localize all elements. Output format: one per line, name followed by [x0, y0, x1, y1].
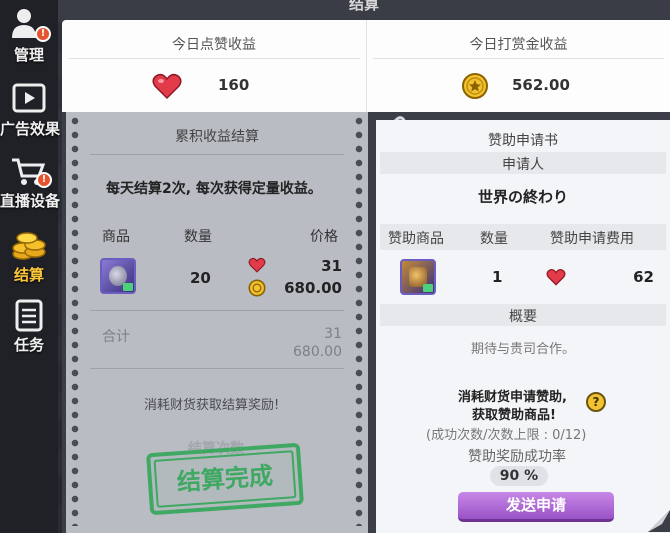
coin-icon [462, 73, 488, 99]
total-likes: 31 [324, 326, 342, 342]
column-header-application-fee: 赞助申请费用 [550, 231, 634, 247]
alert-badge: ! [35, 26, 51, 42]
sponsored-item-quantity: 1 [492, 268, 503, 286]
page-title: 结算 [348, 0, 379, 13]
success-rate-value: 90 % [490, 466, 548, 486]
column-header-price: 价格 [310, 229, 338, 245]
heart-icon [248, 257, 266, 273]
perforation [354, 116, 364, 526]
column-header-item: 商品 [102, 229, 130, 245]
coins-icon [9, 230, 49, 262]
perforation [70, 116, 80, 526]
attempts-counter: (成功次数/次数上限 : 0/12) [426, 428, 587, 443]
settlement-panel: 累积收益结算 每天结算2次, 每次获得定量收益。 商品 数量 价格 20 31 … [66, 112, 368, 533]
column-header-quantity: 数量 [480, 231, 508, 247]
nav-item-tasks[interactable]: 任务 [0, 298, 58, 355]
page-curl [648, 510, 670, 532]
item-icon[interactable] [100, 258, 136, 294]
nav-label: 管理 [13, 46, 44, 64]
divider [90, 154, 344, 155]
applicant-label: 申请人 [502, 157, 544, 173]
settlement-description: 每天结算2次, 每次获得定量收益。 [106, 181, 322, 197]
likes-earnings-value: 160 [218, 76, 250, 94]
item-price-coins: 680.00 [284, 279, 342, 297]
nav-item-ad-effect[interactable]: 广告效果 [0, 82, 61, 139]
applicant-name: 世界の終わり [477, 188, 568, 206]
nav-label: 任务 [13, 336, 44, 354]
sponsor-notice-line1: 消耗财货申请赞助, [458, 390, 567, 405]
success-rate-label: 赞助奖励成功率 [468, 449, 566, 465]
overview-text: 期待与贵司合作。 [470, 342, 575, 357]
title-bar: 结算 [58, 0, 670, 22]
sponsor-notice-line2: 获取赞助商品! [472, 408, 556, 423]
help-icon[interactable]: ? [586, 392, 606, 412]
settlement-panels: 累积收益结算 每天结算2次, 每次获得定量收益。 商品 数量 价格 20 31 … [62, 112, 670, 533]
panel-title: 累积收益结算 [175, 129, 259, 145]
send-application-button[interactable]: 发送申请 [458, 492, 614, 522]
heart-icon [546, 268, 566, 286]
total-coins: 680.00 [293, 344, 342, 360]
settlement-complete-stamp: 结算完成 [146, 442, 304, 516]
reward-earnings-value: 562.00 [512, 76, 570, 94]
alert-badge: ! [36, 172, 52, 188]
checklist-icon [9, 298, 49, 332]
nav-item-stream-device[interactable]: ! 直播设备 [0, 156, 61, 211]
nav-label: 广告效果 [0, 120, 61, 138]
column-header-sponsored-item: 赞助商品 [388, 231, 444, 247]
user-settings-icon: ! [9, 6, 51, 42]
application-fee-value: 62 [633, 268, 654, 286]
sidebar: ! 管理 广告效果 ! 直播设备 结算 任务 [0, 0, 61, 533]
divider [90, 368, 344, 369]
likes-earnings-title: 今日点赞收益 [172, 37, 256, 53]
settlement-notice: 消耗财货获取结算奖励! [144, 398, 280, 413]
sponsored-item-icon[interactable] [400, 259, 436, 295]
total-label: 合计 [102, 329, 130, 345]
cart-icon: ! [9, 156, 52, 188]
overview-label: 概要 [509, 309, 537, 325]
nav-label: 直播设备 [0, 192, 61, 210]
video-icon [9, 82, 49, 116]
panel-title: 赞助申请书 [488, 133, 558, 149]
nav-item-manage[interactable]: ! 管理 [0, 6, 58, 65]
coin-icon [248, 279, 266, 297]
reward-earnings-title: 今日打赏金收益 [469, 37, 568, 53]
item-quantity: 20 [190, 269, 211, 287]
column-header-quantity: 数量 [184, 229, 212, 245]
likes-earnings: 今日点赞收益 160 [62, 20, 366, 115]
divider [68, 58, 360, 59]
sponsorship-application: 赞助申请书 申请人 世界の終わり 赞助商品 数量 赞助申请费用 1 62 概要 … [376, 120, 670, 533]
nav-item-settlement[interactable]: 结算 [0, 230, 58, 285]
reward-earnings: 今日打赏金收益 562.00 [366, 20, 670, 115]
nav-label: 结算 [13, 266, 44, 284]
heart-icon [152, 73, 182, 100]
daily-earnings-summary: 今日点赞收益 160 今日打赏金收益 562.00 [62, 20, 670, 115]
divider [90, 310, 344, 311]
divider [373, 58, 664, 59]
item-price-likes: 31 [321, 257, 342, 275]
